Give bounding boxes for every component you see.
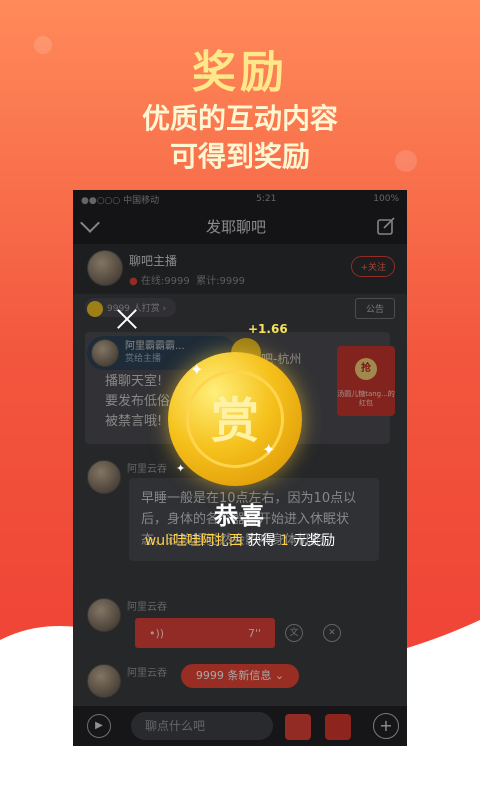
reward-unit: 元奖励 xyxy=(293,533,336,549)
close-icon[interactable] xyxy=(116,308,138,330)
hero-subtitle: 优质的互动内容 可得到奖励 xyxy=(0,100,480,176)
reward-coin: 赏 xyxy=(168,352,302,486)
reward-amount: 1 xyxy=(279,533,289,549)
congrats-title: 恭喜 xyxy=(214,502,266,530)
sparkle-icon: ✦ xyxy=(176,462,186,475)
float-reward-value: +1.66 xyxy=(248,322,288,336)
got-text: 获得 xyxy=(247,533,276,549)
hero-subtitle-line2: 可得到奖励 xyxy=(169,140,310,173)
sparkle-icon: ✦ xyxy=(190,360,204,379)
reward-result: wuli哇哇阿扎西 获得 1 元奖励 xyxy=(0,530,480,550)
sparkle-icon: ✦ xyxy=(262,440,276,459)
winner-name: wuli哇哇阿扎西 xyxy=(144,533,243,549)
hero-title: 奖励 xyxy=(192,47,288,98)
hero-subtitle-line1: 优质的互动内容 xyxy=(141,102,338,135)
